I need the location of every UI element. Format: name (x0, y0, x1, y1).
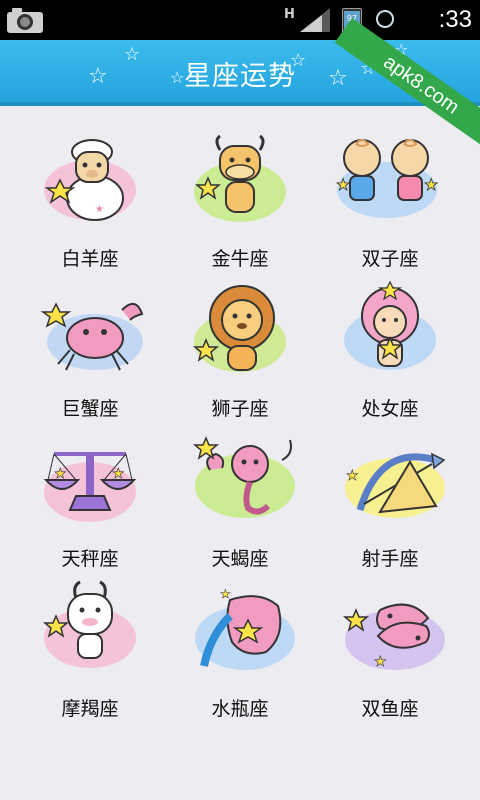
scorpio-scorpion-icon (192, 436, 295, 518)
svg-text:★: ★ (424, 175, 438, 194)
sign-label: 射手座 (361, 548, 419, 570)
libra-scales-icon: ★ ★ (43, 452, 137, 522)
sign-label: 摩羯座 (61, 698, 119, 720)
svg-text:★: ★ (112, 466, 125, 482)
leo-lion-icon (192, 285, 286, 372)
cancer-crab-icon (40, 302, 144, 371)
sign-item-scorpio[interactable]: 天蝎座 (160, 430, 320, 580)
sign-label: 金牛座 (211, 248, 269, 270)
signal-icon (300, 8, 330, 32)
sign-label: 巨蟹座 (61, 398, 119, 420)
sign-label: 双子座 (361, 248, 419, 270)
sign-item-aries[interactable]: ★ 白羊座 (10, 130, 170, 280)
svg-text:★: ★ (336, 175, 350, 194)
pisces-fish-icon: ★ (342, 603, 445, 670)
sign-item-sagittarius[interactable]: ★ 射手座 (310, 430, 470, 580)
sign-item-capricorn[interactable]: 摩羯座 (10, 580, 170, 730)
clock-time: :33 (438, 6, 472, 33)
aries-sheep-icon: ★ (44, 139, 136, 221)
svg-text:★: ★ (95, 204, 104, 215)
sign-label: 水瓶座 (211, 698, 269, 720)
virgo-girl-icon (344, 280, 436, 370)
alarm-clock-icon (376, 10, 394, 28)
sign-label: 双鱼座 (361, 698, 419, 720)
sign-item-aquarius[interactable]: ★ 水瓶座 (160, 580, 320, 730)
taurus-bull-icon (194, 134, 286, 222)
capricorn-goat-icon (42, 580, 136, 668)
sign-item-pisces[interactable]: ★ 双鱼座 (310, 580, 470, 730)
sign-item-libra[interactable]: ★ ★ 天秤座 (10, 430, 170, 580)
sign-label: 处女座 (361, 398, 419, 420)
svg-text:★: ★ (346, 468, 359, 484)
camera-icon (7, 8, 43, 33)
sign-item-taurus[interactable]: 金牛座 (160, 130, 320, 280)
svg-text:★: ★ (220, 587, 231, 601)
sign-label: 狮子座 (211, 398, 269, 420)
sign-item-gemini[interactable]: ★ ★ 双子座 (310, 130, 470, 280)
sagittarius-bow-icon: ★ (345, 452, 446, 518)
sign-item-virgo[interactable]: 处女座 (310, 280, 470, 430)
svg-text:★: ★ (374, 654, 387, 670)
sign-label: 天蝎座 (211, 548, 269, 570)
sign-item-cancer[interactable]: 巨蟹座 (10, 280, 170, 430)
network-type: H (284, 7, 295, 22)
gemini-twins-icon: ★ ★ (336, 139, 439, 218)
svg-text:★: ★ (54, 466, 67, 482)
sign-item-leo[interactable]: 狮子座 (160, 280, 320, 430)
sign-label: 白羊座 (61, 248, 119, 270)
status-bar: H 97 :33 (0, 0, 480, 40)
aquarius-jar-icon: ★ (195, 587, 295, 670)
sign-label: 天秤座 (61, 548, 119, 570)
